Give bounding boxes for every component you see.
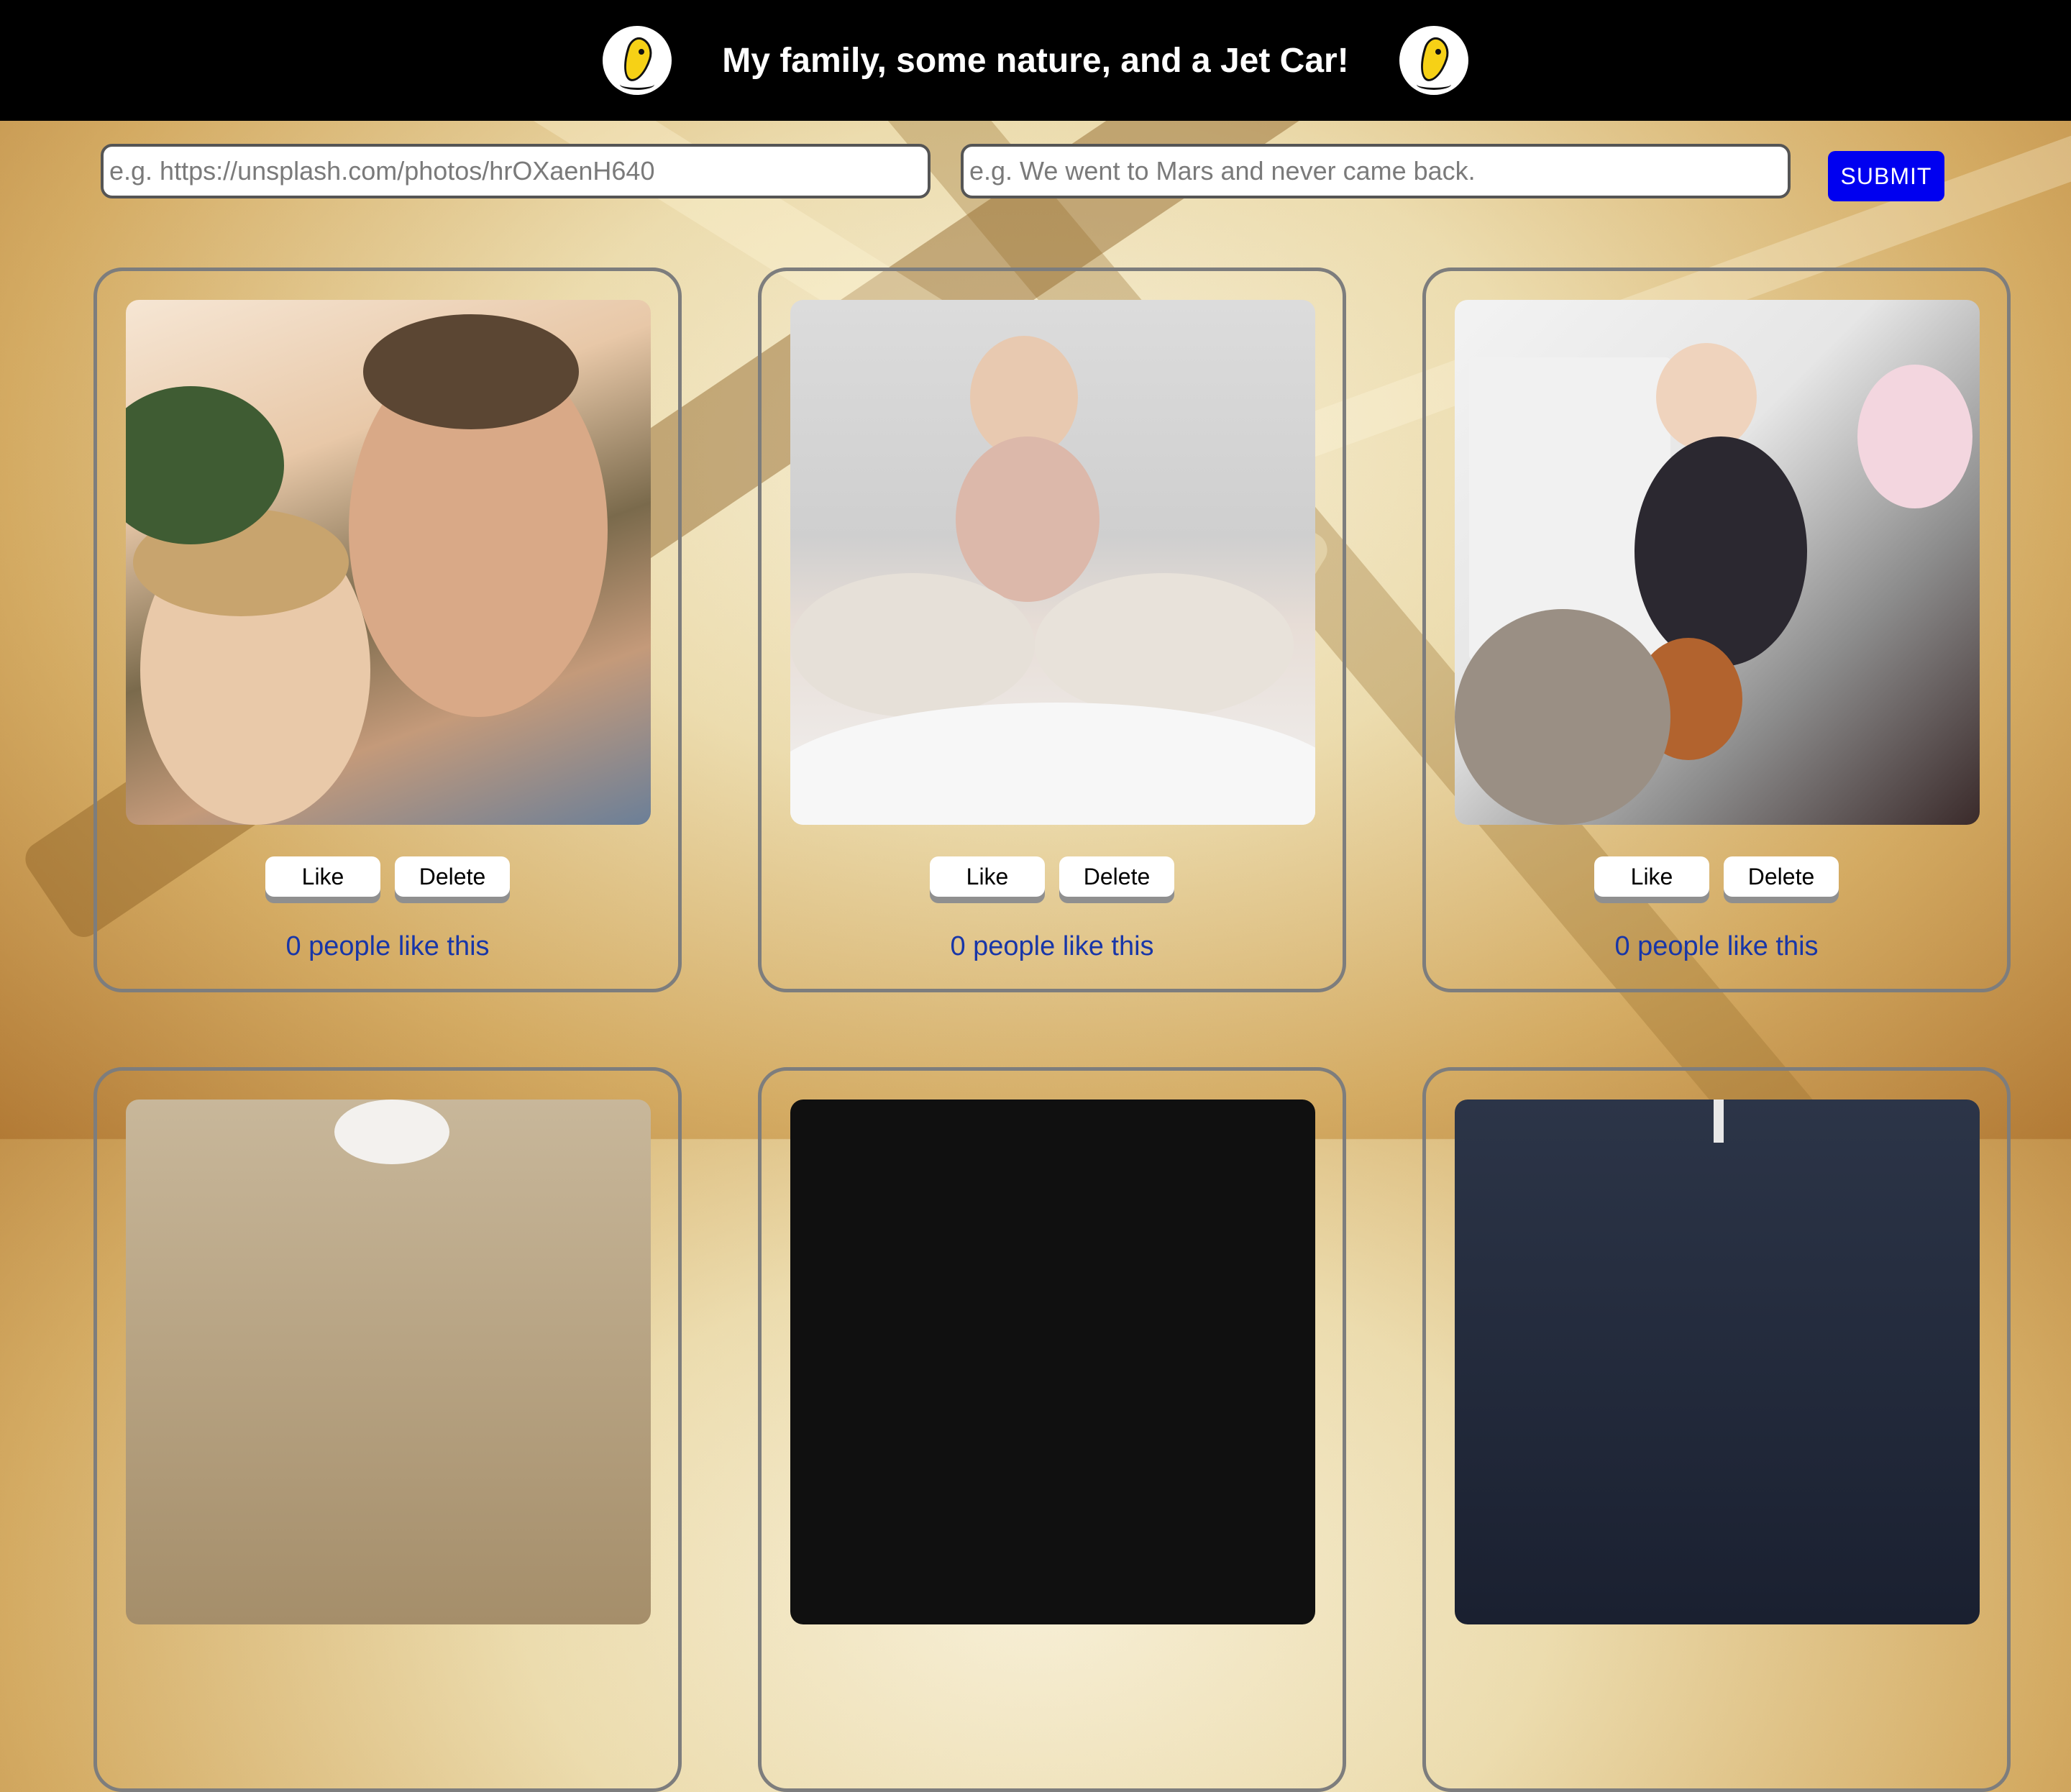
caption-input[interactable]	[961, 144, 1791, 198]
photo-card	[1422, 1067, 2011, 1792]
photo-image	[1455, 1100, 1980, 1624]
photo-image	[1455, 300, 1980, 825]
photo-image	[790, 300, 1315, 825]
header-bar: My family, some nature, and a Jet Car!	[0, 0, 2071, 121]
likes-count: 0 people like this	[950, 931, 1154, 961]
photo-card	[758, 1067, 1346, 1792]
page-title: My family, some nature, and a Jet Car!	[722, 41, 1349, 80]
photo-card: Like Delete 0 people like this	[93, 268, 682, 992]
photo-image	[126, 1100, 651, 1624]
delete-button[interactable]: Delete	[1059, 856, 1174, 897]
card-actions: Like Delete	[1426, 856, 2007, 897]
delete-button[interactable]: Delete	[395, 856, 510, 897]
photo-image	[126, 300, 651, 825]
likes-count: 0 people like this	[285, 931, 490, 961]
card-actions: Like Delete	[762, 856, 1343, 897]
submit-button[interactable]: SUBMIT	[1828, 151, 1944, 201]
dancing-banana-icon	[603, 26, 672, 95]
photo-grid: Like Delete 0 people like this Like Dele…	[93, 268, 2015, 1792]
photo-card	[93, 1067, 682, 1792]
photo-image	[790, 1100, 1315, 1624]
like-button[interactable]: Like	[930, 856, 1045, 897]
dancing-banana-icon	[1399, 26, 1468, 95]
like-button[interactable]: Like	[265, 856, 380, 897]
delete-button[interactable]: Delete	[1724, 856, 1839, 897]
photo-card: Like Delete 0 people like this	[1422, 268, 2011, 992]
add-photo-form: SUBMIT	[101, 144, 1944, 204]
photo-url-input[interactable]	[101, 144, 931, 198]
likes-count: 0 people like this	[1614, 931, 1819, 961]
card-actions: Like Delete	[97, 856, 678, 897]
photo-card: Like Delete 0 people like this	[758, 268, 1346, 992]
like-button[interactable]: Like	[1594, 856, 1709, 897]
